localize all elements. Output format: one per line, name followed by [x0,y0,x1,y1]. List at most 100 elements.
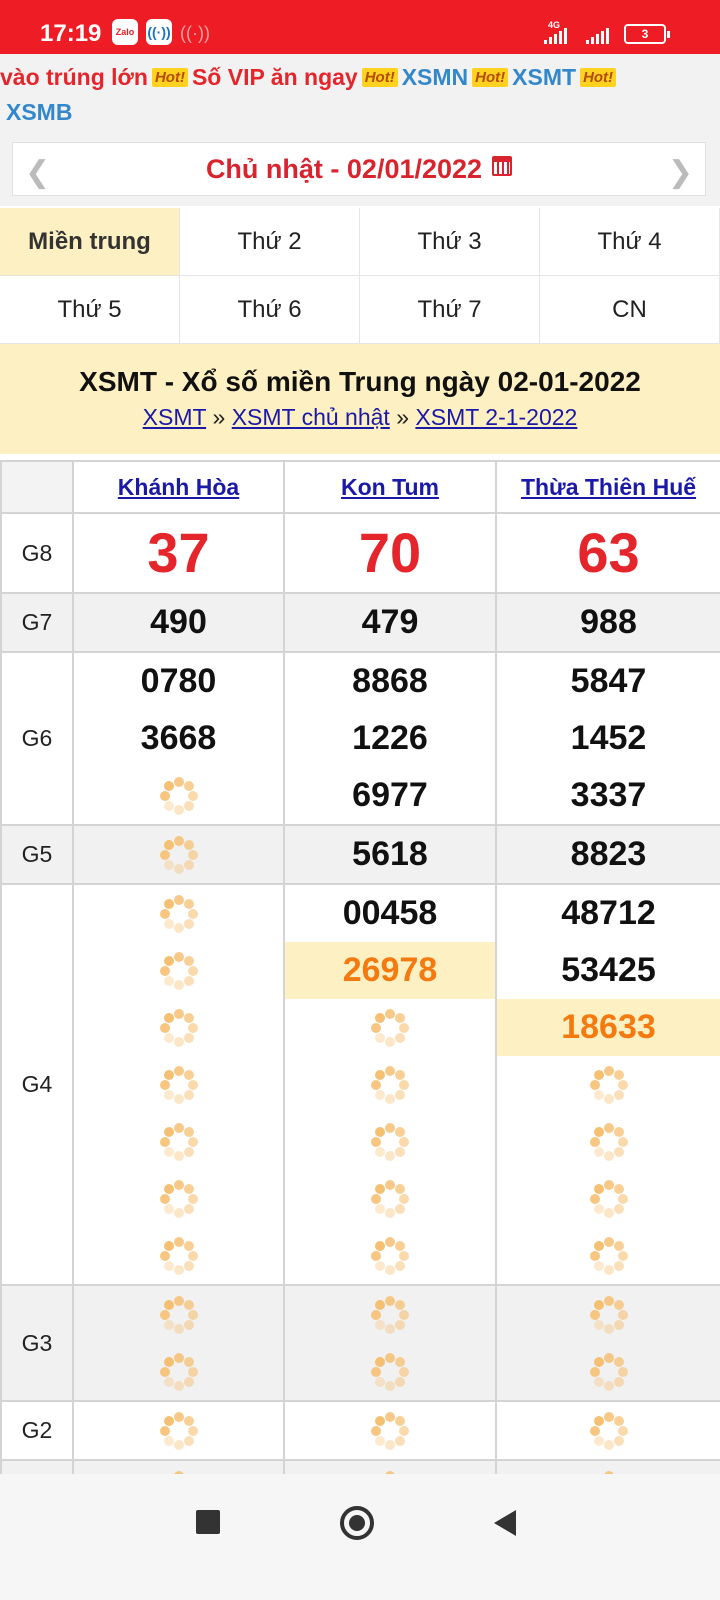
province-link-kon-tum[interactable]: Kon Tum [341,474,439,500]
prize-number: 6977 [352,776,428,814]
prize-number: 5847 [570,662,647,700]
prev-day-arrow-icon[interactable]: ❮ [25,155,50,190]
ticker-link-xsmt[interactable]: XSMT [512,64,576,90]
loading-spinner-icon [497,1056,720,1113]
results-heading: XSMT - Xổ số miền Trung ngày 02-01-2022 … [0,344,720,454]
prize-number: 1452 [570,719,647,757]
recent-apps-icon[interactable] [196,1510,220,1534]
province-link-khanh-hoa[interactable]: Khánh Hòa [118,474,239,500]
loading-spinner-icon [74,826,283,883]
prize-label: G7 [0,592,74,653]
prize-number: 63 [577,521,640,584]
loading-spinner-icon [285,1227,495,1284]
loading-spinner-icon [285,1113,495,1170]
loading-spinner-icon [285,1343,495,1400]
prize-number: 53425 [561,951,656,989]
results-table-container[interactable]: Khánh Hòa Kon Tum Thừa Thiên Huế G8 37 7… [0,460,720,1474]
next-day-arrow-icon[interactable]: ❯ [668,155,693,190]
signal-strength-icon-2 [586,26,612,44]
prize-label: G6 [0,651,74,826]
tab-cn[interactable]: CN [540,276,720,344]
loading-spinner-icon [497,1343,720,1400]
date-picker[interactable]: ❮ Chủ nhật - 02/01/2022 ❯ [12,142,706,196]
table-row-g2: G2 [0,1400,720,1461]
radar-icon: ((·)) [180,22,210,43]
province-header: Thừa Thiên Huế [495,460,720,514]
current-date[interactable]: Chủ nhật - 02/01/2022 [206,154,513,185]
prize-number: 37 [147,521,210,584]
day-tabs: Miền trung Thứ 2 Thứ 3 Thứ 4 Thứ 5 Thứ 6… [0,208,720,344]
table-row-g5: G5 5618 8823 [0,824,720,885]
table-row-g4: G4 00458 26978 48712 53425 18633 [0,883,720,1286]
ticker-link-xsmn[interactable]: XSMN [402,64,468,90]
back-icon[interactable] [494,1510,516,1536]
promo-ticker[interactable]: vào trúng lớn Hot! Số VIP ăn ngay Hot! XSMN H… [0,54,720,134]
prize-number-highlighted: 26978 [285,942,495,999]
loading-spinner-icon [74,1113,283,1170]
breadcrumb: XSMT » XSMT chủ nhật » XSMT 2-1-2022 [0,404,720,431]
system-navigation-bar [0,1474,720,1600]
prize-label: G2 [0,1400,74,1461]
prize-label: G3 [0,1284,74,1402]
tab-thu-7[interactable]: Thứ 7 [360,276,540,344]
table-row-g1: G1 [0,1459,720,1474]
date-navigation: ❮ Chủ nhật - 02/01/2022 ❯ [0,134,720,206]
breadcrumb-xsmt-date[interactable]: XSMT 2-1-2022 [415,404,577,430]
prize-number: 8823 [570,835,647,873]
tab-thu-2[interactable]: Thứ 2 [180,208,360,276]
loading-spinner-icon [74,942,283,999]
tab-thu-5[interactable]: Thứ 5 [0,276,180,344]
loading-spinner-icon [285,1170,495,1227]
ticker-text-1: vào trúng lớn [0,64,148,90]
ticker-line-1[interactable]: vào trúng lớn Hot! Số VIP ăn ngay Hot! XSMN H… [0,64,620,91]
home-icon[interactable] [340,1506,374,1540]
loading-spinner-icon [285,1402,495,1459]
loading-spinner-icon [497,1170,720,1227]
loading-spinner-icon [74,1056,283,1113]
loading-spinner-icon [74,999,283,1056]
loading-spinner-icon [285,1056,495,1113]
loading-spinner-icon [285,1286,495,1343]
loading-spinner-icon [74,1461,283,1474]
prize-number: 479 [361,603,419,641]
loading-spinner-icon [74,1343,283,1400]
prize-label: G8 [0,512,74,594]
calendar-icon[interactable] [492,155,513,176]
prize-number: 48712 [561,894,656,932]
signal-strength-icon [544,26,570,44]
ticker-text-2: Số VIP ăn ngay [191,64,358,90]
table-row-g8: G8 37 70 63 [0,512,720,594]
prize-number: 0780 [140,662,217,700]
prize-number: 988 [580,603,637,641]
results-table: Khánh Hòa Kon Tum Thừa Thiên Huế G8 37 7… [0,460,720,1474]
tab-mien-trung[interactable]: Miền trung [0,208,180,276]
prize-label: G4 [0,883,74,1286]
province-link-thua-thien-hue[interactable]: Thừa Thiên Huế [521,474,696,500]
province-header: Kon Tum [283,460,497,514]
prize-number: 3668 [140,719,217,757]
loading-spinner-icon [74,1227,283,1284]
breadcrumb-separator: » [396,404,410,430]
hot-badge: Hot! [472,68,509,87]
loading-spinner-icon [497,1286,720,1343]
table-row-g7: G7 490 479 988 [0,592,720,653]
tab-thu-3[interactable]: Thứ 3 [360,208,540,276]
table-row-g6: G6 0780 3668 8868 1226 6977 5847 1452 33… [0,651,720,826]
prize-number: 1226 [352,719,428,757]
corner-cell [0,460,74,514]
tab-thu-6[interactable]: Thứ 6 [180,276,360,344]
page-title: XSMT - Xổ số miền Trung ngày 02-01-2022 [79,366,641,397]
loading-spinner-icon [74,767,283,824]
ticker-link-xsmb[interactable]: XSMB [6,99,72,126]
loading-spinner-icon [74,1286,283,1343]
hot-badge: Hot! [151,68,188,87]
breadcrumb-xsmt[interactable]: XSMT [143,404,206,430]
prize-number: 70 [358,521,422,584]
tab-thu-4[interactable]: Thứ 4 [540,208,720,276]
hot-badge: Hot! [580,68,617,87]
hot-badge: Hot! [361,68,398,87]
prize-label: G5 [0,824,74,885]
loading-spinner-icon [497,1461,720,1474]
breadcrumb-xsmt-chu-nhat[interactable]: XSMT chủ nhật [232,404,390,430]
table-header-row: Khánh Hòa Kon Tum Thừa Thiên Huế [0,460,720,514]
